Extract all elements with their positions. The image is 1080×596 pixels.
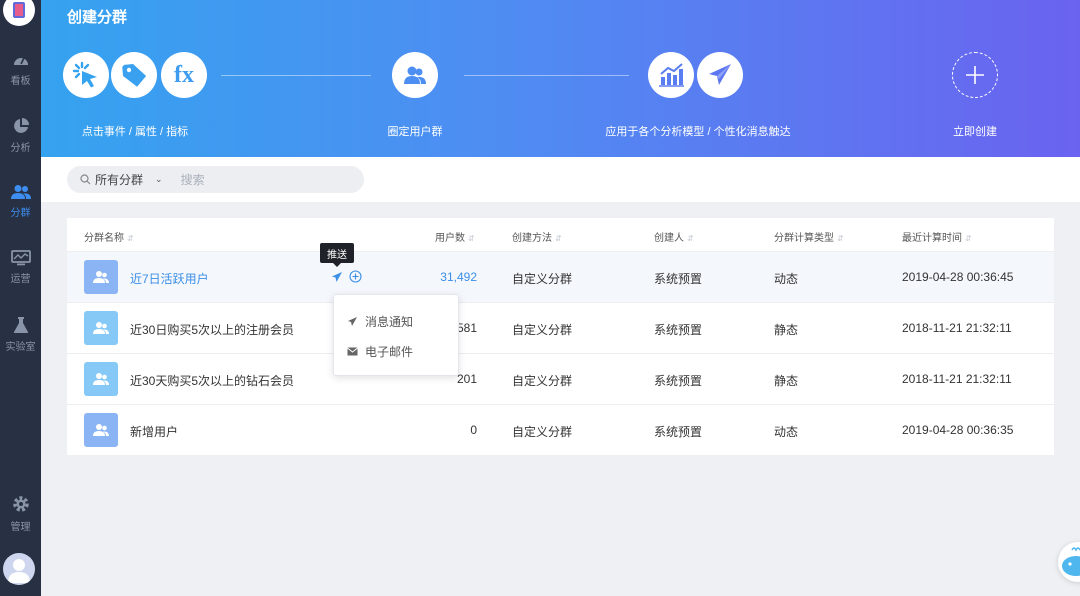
create-method: 自定义分群 [512, 323, 573, 337]
sort-icon: ⇵ [127, 234, 134, 243]
metric-fx-icon: fx [161, 52, 207, 98]
step-connector [464, 75, 629, 76]
sort-icon: ⇵ [555, 234, 562, 243]
calc-type: 静态 [774, 323, 799, 337]
creator: 系统预置 [654, 323, 703, 337]
push-icon[interactable] [331, 271, 343, 283]
segment-name-link[interactable]: 近30天购买5次以上的钻石会员 [130, 372, 294, 389]
creator: 系统预置 [654, 374, 703, 388]
push-menu: 消息通知 电子邮件 [333, 294, 459, 376]
segment-table: 分群名称 ⇵ 用户数 ⇵ 创建方法 ⇵ 创建人 ⇵ 分群计算类型 ⇵ 最近计算时间 ⇵ 近7… [67, 218, 1054, 455]
create-method: 自定义分群 [512, 425, 573, 439]
pie-chart-icon [13, 118, 29, 133]
column-header-users[interactable]: 用户数 ⇵ [435, 229, 475, 244]
menu-item-message-notify[interactable]: 消息通知 [347, 313, 413, 330]
segment-name-link[interactable]: 近7日活跃用户 [130, 270, 209, 287]
mail-icon [347, 347, 358, 356]
user-group-icon [392, 52, 438, 98]
column-header-calc-type[interactable]: 分群计算类型 ⇵ [774, 229, 844, 244]
dashboard-icon [13, 57, 28, 65]
send-message-icon [697, 52, 743, 98]
sidebar-item-label: 实验室 [5, 342, 36, 353]
creator: 系统预置 [654, 425, 703, 439]
page-title: 创建分群 [67, 9, 128, 26]
segment-scope-select[interactable]: 所有分群 [95, 171, 143, 188]
sidebar-item-settings[interactable]: 管理 [0, 494, 41, 533]
app-logo[interactable] [3, 0, 35, 26]
sidebar-item-label: 分群 [10, 208, 31, 219]
step-connector [221, 75, 371, 76]
table-row[interactable]: 近30日购买5次以上的注册会员 581 自定义分群 系统预置 静态 2018-1… [67, 303, 1054, 354]
segment-icon [84, 362, 118, 396]
create-now-button[interactable] [952, 52, 998, 98]
analysis-chart-icon [648, 52, 694, 98]
sidebar: 看板 分析 分群 运营 实验室 管理 [0, 0, 41, 596]
push-tooltip: 推送 [320, 243, 354, 267]
table-row[interactable]: 新增用户 0 自定义分群 系统预置 动态 2019-04-28 00:36:35 [67, 405, 1054, 456]
calc-type: 动态 [774, 425, 799, 439]
menu-item-email[interactable]: 电子邮件 [347, 343, 413, 360]
calc-type: 静态 [774, 374, 799, 388]
last-calc-time: 2019-04-28 00:36:45 [902, 270, 1014, 284]
create-segment-banner: 创建分群 fx 点击事件 / 属性 / 指标 圈定用户群 应用于各个分析模型 /… [41, 0, 1080, 157]
last-calc-time: 2018-11-21 21:32:11 [902, 321, 1012, 335]
step-label-apply: 应用于各个分析模型 / 个性化消息触达 [605, 126, 791, 138]
row-actions [331, 270, 362, 283]
search-input[interactable]: 搜索 [181, 171, 205, 188]
sidebar-item-operations[interactable]: 运营 [0, 250, 41, 285]
gear-icon [12, 496, 29, 512]
send-icon [348, 317, 357, 326]
creator: 系统预置 [654, 272, 703, 286]
sidebar-item-label: 管理 [10, 522, 31, 533]
users-icon [10, 185, 31, 199]
last-calc-time: 2018-11-21 21:32:11 [902, 372, 1012, 386]
table-header: 分群名称 ⇵ 用户数 ⇵ 创建方法 ⇵ 创建人 ⇵ 分群计算类型 ⇵ 最近计算时间 ⇵ [67, 218, 1054, 252]
sidebar-item-lab[interactable]: 实验室 [0, 316, 41, 353]
segment-name-link[interactable]: 近30日购买5次以上的注册会员 [130, 321, 294, 338]
sort-icon: ⇵ [965, 234, 972, 243]
search-box: 所有分群 ⌄ 搜索 [67, 166, 364, 193]
column-header-creator[interactable]: 创建人 ⇵ [654, 229, 694, 244]
sidebar-item-label: 运营 [10, 274, 31, 285]
segment-icon [84, 260, 118, 294]
step-label-events: 点击事件 / 属性 / 指标 [81, 126, 189, 138]
segment-icon [84, 413, 118, 447]
user-count: 0 [470, 423, 477, 437]
last-calc-time: 2019-04-28 00:36:35 [902, 423, 1014, 437]
sidebar-item-label: 分析 [10, 143, 31, 154]
sort-icon: ⇵ [837, 234, 844, 243]
plus-icon [966, 66, 984, 84]
sidebar-item-label: 看板 [10, 76, 31, 87]
segment-icon [84, 311, 118, 345]
create-method: 自定义分群 [512, 374, 573, 388]
chevron-down-icon[interactable]: ⌄ [155, 174, 163, 185]
sort-icon: ⇵ [687, 234, 694, 243]
segment-name-link[interactable]: 新增用户 [130, 423, 178, 440]
column-header-method[interactable]: 创建方法 ⇵ [512, 229, 562, 244]
tag-icon [111, 52, 157, 98]
avatar[interactable] [3, 553, 35, 585]
create-method: 自定义分群 [512, 272, 573, 286]
sidebar-item-dashboard[interactable]: 看板 [0, 52, 41, 87]
click-event-icon [63, 52, 109, 98]
column-header-name[interactable]: 分群名称 ⇵ [84, 229, 134, 244]
table-row[interactable]: 近7日活跃用户 31,492 自定义分群 系统预置 动态 2019-04-28 … [67, 252, 1054, 303]
search-icon [80, 174, 91, 185]
column-header-last-calc[interactable]: 最近计算时间 ⇵ [902, 229, 972, 244]
sort-icon: ⇵ [468, 234, 475, 243]
sidebar-item-segments[interactable]: 分群 [0, 184, 41, 219]
assistant-button[interactable] [1058, 542, 1080, 582]
add-circle-icon[interactable] [349, 270, 362, 283]
flask-icon [13, 317, 28, 333]
table-row[interactable]: 近30天购买5次以上的钻石会员 201 自定义分群 系统预置 静态 2018-1… [67, 354, 1054, 405]
filter-bar: 所有分群 ⌄ 搜索 [41, 157, 1080, 202]
sidebar-item-analysis[interactable]: 分析 [0, 117, 41, 154]
step-label-group: 圈定用户群 [387, 126, 443, 138]
calc-type: 动态 [774, 272, 799, 286]
create-now-label[interactable]: 立即创建 [953, 123, 997, 139]
monitor-icon [10, 250, 31, 266]
whale-icon [1062, 547, 1080, 576]
user-count-link[interactable]: 31,492 [397, 270, 477, 284]
